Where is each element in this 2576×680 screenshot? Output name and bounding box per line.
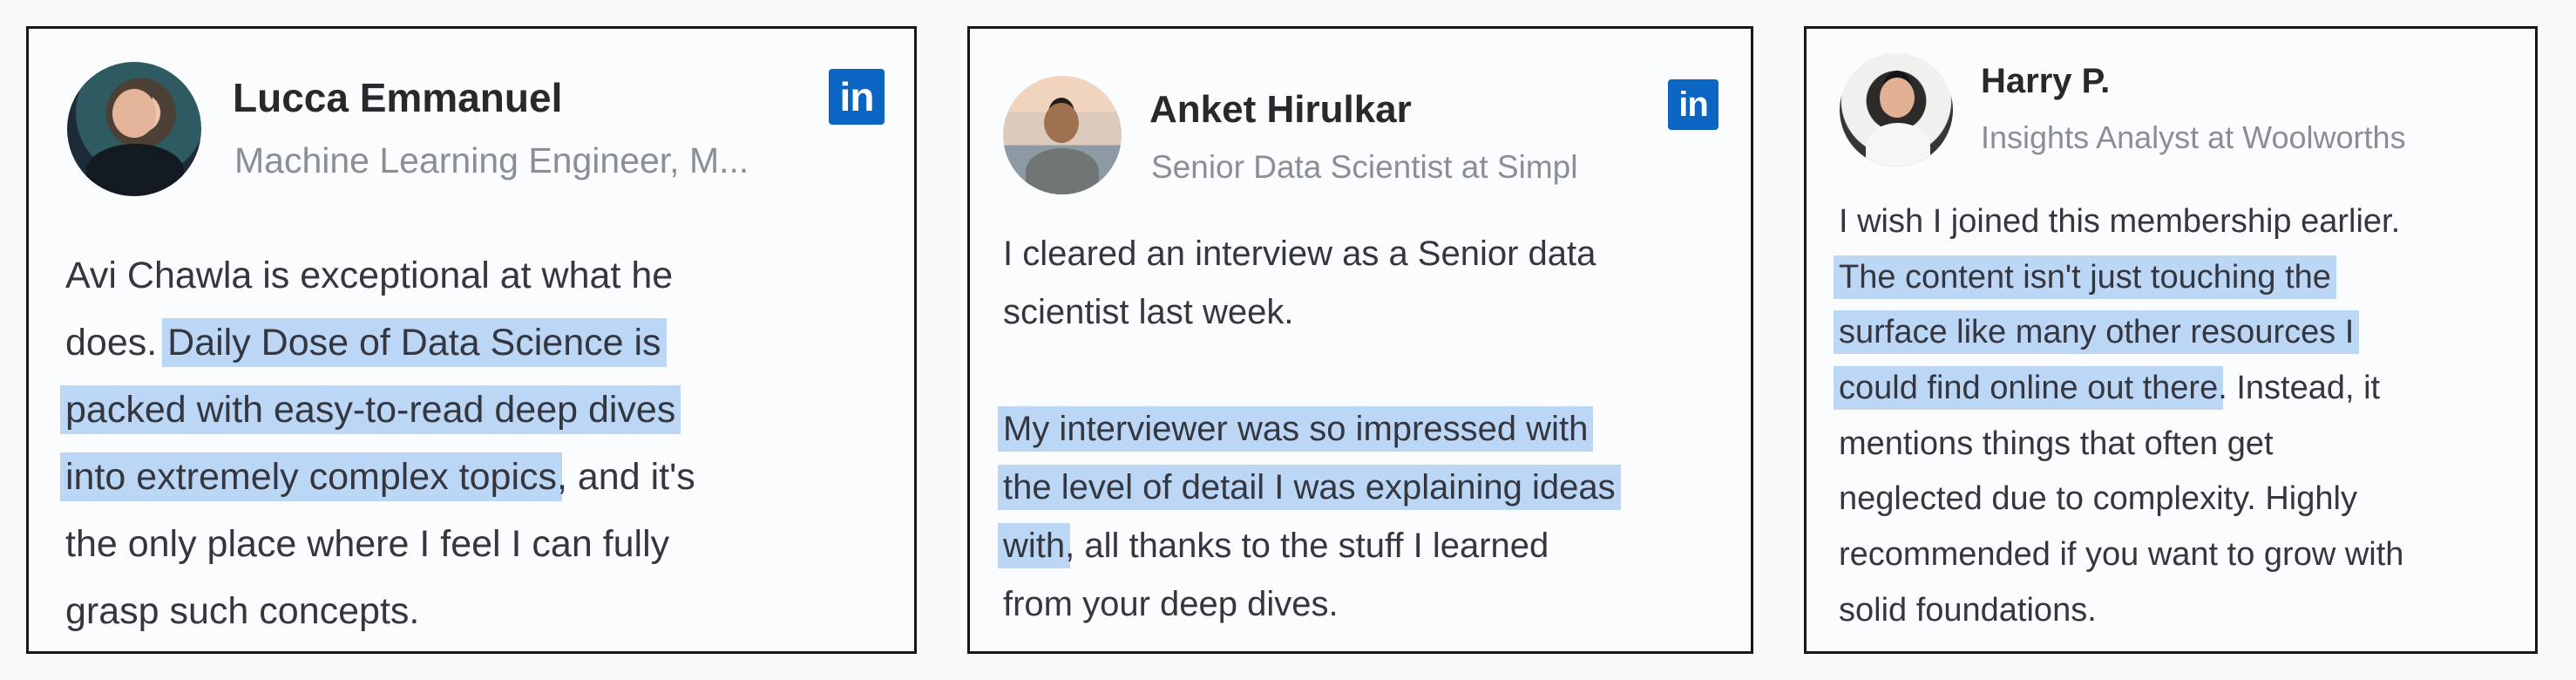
text-segment: does. [65, 322, 168, 364]
highlighted-text: the level of detail I was explaining ide… [998, 465, 1621, 510]
avatar [67, 62, 201, 196]
text-segment: Avi Chawla is exceptional at what he [65, 255, 674, 296]
avatar [1840, 53, 1953, 167]
highlighted-text: into extremely complex topics [60, 452, 562, 501]
text-segment: , all thanks to the stuff I learned [1065, 527, 1549, 565]
testimonial-card-harry-p: Harry P. Insights Analyst at Woolworths … [1804, 26, 2538, 654]
testimonial-line: I cleared an interview as a Senior data [1003, 225, 1616, 283]
testimonial-line: solid foundations. [1839, 583, 2403, 639]
linkedin-icon: in [829, 69, 885, 125]
testimonial-line: surface like many other resources I [1834, 305, 2403, 361]
avatar-face [1044, 103, 1079, 143]
text-segment: . Instead, it [2218, 370, 2381, 407]
author-title: Machine Learning Engineer, M... [234, 140, 749, 180]
text-segment: from your deep dives. [1003, 585, 1339, 623]
testimonial-line: from your deep dives. [1003, 575, 1616, 634]
text-segment: recommended if you want to grow with [1839, 536, 2404, 574]
testimonial-line: neglected due to complexity. Highly [1839, 472, 2403, 527]
testimonial-line: packed with easy-to-read deep dives [60, 377, 695, 444]
testimonial-text: I cleared an interview as a Senior data … [998, 225, 1621, 634]
highlighted-text: surface like many other resources I [1834, 310, 2360, 355]
avatar-torso [86, 144, 184, 196]
testimonial-line: grasp such concepts. [65, 578, 695, 645]
testimonial-card-anket-hirulkar: Anket Hirulkar Senior Data Scientist at … [967, 26, 1753, 654]
testimonial-line: recommended if you want to grow with [1839, 527, 2403, 583]
author-name: Lucca Emmanuel [233, 75, 563, 120]
author-title: Insights Analyst at Woolworths [1981, 119, 2406, 155]
highlighted-text: My interviewer was so impressed with [998, 406, 1594, 452]
avatar-face [1880, 78, 1915, 118]
testimonial-line: does. Daily Dose of Data Science is [65, 309, 695, 377]
testimonial-line: I wish I joined this membership earlier. [1839, 194, 2403, 250]
testimonial-line: My interviewer was so impressed with [998, 400, 1616, 459]
highlighted-text: packed with easy-to-read deep dives [60, 385, 681, 434]
testimonial-line: the only place where I feel I can fully [65, 511, 695, 578]
avatar-face [112, 89, 156, 138]
text-segment: , and it's [557, 456, 695, 498]
text-segment: the only place where I feel I can fully [65, 523, 670, 565]
author-title: Senior Data Scientist at Simpl [1151, 149, 1578, 185]
highlighted-text: with [998, 523, 1071, 568]
text-segment: grasp such concepts. [65, 590, 420, 632]
testimonial-line: mentions things that often get [1839, 417, 2403, 473]
testimonial-line: the level of detail I was explaining ide… [998, 459, 1621, 517]
text-segment: scientist last week. [1003, 293, 1294, 331]
testimonial-card-lucca-emmanuel: Lucca Emmanuel Machine Learning Engineer… [26, 26, 917, 654]
testimonial-line: into extremely complex topics, and it's [60, 444, 695, 511]
highlighted-text: Daily Dose of Data Science is [162, 318, 667, 367]
author-name: Harry P. [1981, 62, 2111, 100]
testimonial-line: The content isn't just touching the [1834, 250, 2403, 306]
author-name: Anket Hirulkar [1149, 88, 1412, 131]
testimonial-line: Avi Chawla is exceptional at what he [65, 242, 695, 309]
text-segment: I cleared an interview as a Senior data [1003, 235, 1596, 273]
text-segment: mentions things that often get [1839, 425, 2274, 462]
text-segment: I wish I joined this membership earlier. [1839, 203, 2401, 240]
text-segment: solid foundations. [1839, 591, 2097, 629]
testimonial-line: could find online out there. Instead, it [1834, 361, 2403, 417]
text-segment: neglected due to complexity. Highly [1839, 480, 2357, 518]
avatar-torso [1866, 123, 1930, 167]
avatar-torso [1026, 148, 1099, 194]
linkedin-icon: in [1668, 79, 1718, 130]
testimonial-text: Avi Chawla is exceptional at what he doe… [60, 242, 695, 645]
testimonial-line: scientist last week. [1003, 283, 1616, 342]
avatar [1003, 76, 1122, 194]
highlighted-text: could find online out there [1834, 366, 2224, 411]
testimonial-line: with, all thanks to the stuff I learned [998, 517, 1616, 575]
testimonial-text: I wish I joined this membership earlier.… [1834, 194, 2403, 639]
highlighted-text: The content isn't just touching the [1834, 255, 2336, 299]
